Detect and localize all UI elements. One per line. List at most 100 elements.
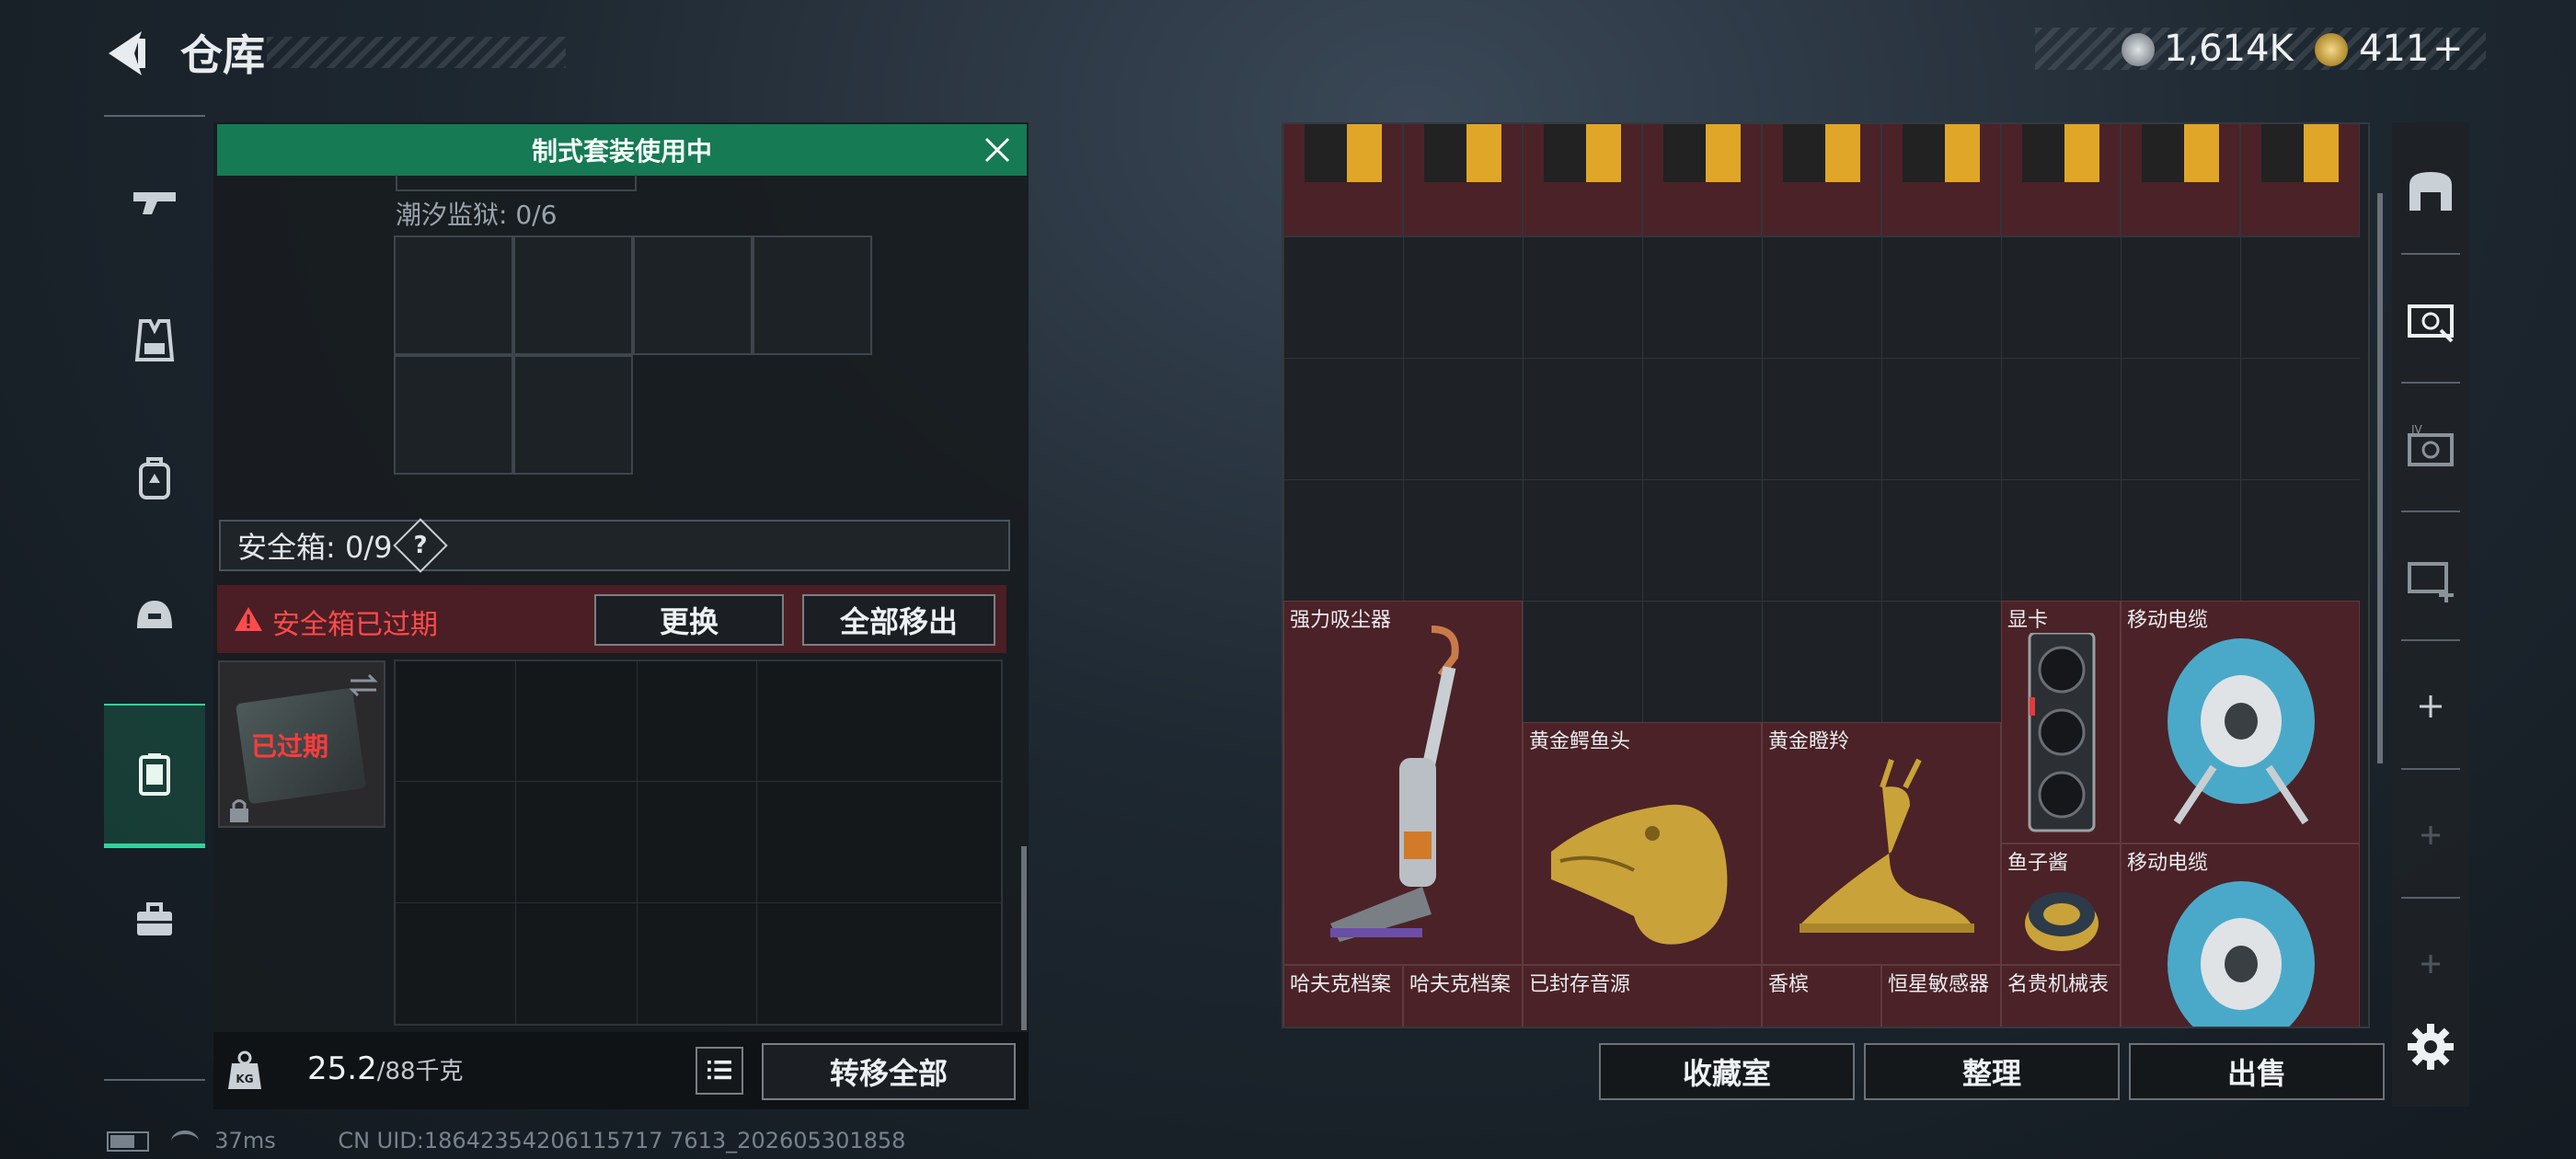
stash-item-cable-reel[interactable]: 移动电缆 — [2121, 601, 2360, 843]
stash-item-champagne[interactable]: 香槟 — [1762, 965, 1881, 1027]
safe-box-row: 安全箱: 0/9 ? — [219, 518, 1010, 573]
lock-icon — [230, 799, 248, 822]
currency-value-1: 1,614K — [2164, 28, 2294, 70]
weight-readout: 25.2/88千克 — [307, 1050, 464, 1087]
stash-grid: 强力吸尘器 黄金鳄鱼头 黄金瞪羚 显卡 移动电缆 鱼子酱 移动电缆 哈夫克档案 … — [1282, 122, 2370, 1028]
add-slot-button[interactable] — [2392, 647, 2469, 766]
stash-item-gold-gazelle[interactable]: 黄金瞪羚 — [1762, 722, 2001, 965]
plus-icon — [2420, 695, 2442, 717]
collection-room-button[interactable]: 收藏室 — [1599, 1043, 1855, 1100]
stash-box-icon — [2408, 304, 2454, 343]
stash-item-vacuum[interactable]: 强力吸尘器 — [1283, 601, 1523, 965]
nav-backpack[interactable] — [104, 409, 205, 547]
expired-safe-box-card[interactable]: 已过期 — [218, 660, 385, 828]
stash-item-card[interactable] — [2240, 124, 2360, 236]
vacuum-icon — [1330, 625, 1459, 942]
nav-vest[interactable] — [104, 271, 205, 409]
status-bar: 37ms CN UID:18642354206115717 7613_20260… — [107, 1128, 905, 1155]
warning-icon — [235, 607, 262, 631]
vest-icon — [134, 319, 175, 361]
stash-item-card[interactable] — [1762, 124, 1881, 236]
stash-item-caviar[interactable]: 鱼子酱 — [2001, 843, 2121, 965]
uid-text: CN UID:18642354206115717 7613_2026053018… — [338, 1128, 906, 1153]
stash-item-sealed-audio[interactable]: 已封存音源 — [1523, 965, 1762, 1027]
add-slot-button-disabled — [2392, 775, 2469, 895]
grid-slot[interactable] — [753, 235, 872, 355]
grid-slot[interactable] — [513, 235, 633, 355]
stash-item-card[interactable] — [1523, 124, 1642, 236]
weight-kg-icon: KG — [228, 1050, 261, 1089]
list-view-button[interactable] — [696, 1047, 743, 1095]
safe-box-grid-locked — [394, 660, 1003, 1026]
add-stash-box[interactable] — [2392, 518, 2469, 637]
tide-prison-label: 潮汐监狱: 0/6 — [396, 200, 558, 230]
loadout-scrollbar[interactable] — [1021, 846, 1027, 1030]
sell-button[interactable]: 出售 — [2129, 1043, 2385, 1100]
currency-value-2: 411 — [2359, 28, 2430, 70]
category-all[interactable] — [2392, 132, 2469, 251]
tide-prison-grid — [394, 235, 880, 480]
close-icon[interactable] — [981, 133, 1014, 166]
gold-croc-head-icon — [1551, 804, 1728, 945]
stash-item-haavk-file-2[interactable]: 哈夫克档案 — [1403, 965, 1523, 1027]
stash-item-card[interactable] — [2001, 124, 2121, 236]
plus-icon — [2421, 826, 2440, 844]
currency-add-button[interactable]: + — [2432, 28, 2464, 70]
weapon-icon — [133, 192, 176, 214]
backpack-icon — [139, 457, 170, 499]
nav-weapon[interactable] — [104, 133, 205, 271]
safe-box-warning-row: 安全箱已过期 更换 全部移出 — [217, 585, 1006, 653]
nav-safe-box[interactable] — [104, 704, 205, 848]
stash-item-star-sensor[interactable]: 恒星敏感器 — [1881, 965, 2001, 1027]
empty-slots-area[interactable] — [1523, 601, 2001, 722]
stash-item-card[interactable] — [1881, 124, 2001, 236]
grid-slot[interactable] — [394, 235, 513, 355]
svg-text:KG: KG — [236, 1073, 253, 1085]
cable-reel-icon — [2168, 638, 2315, 825]
safe-box-icon — [139, 753, 170, 796]
stash-category-column: IV — [2392, 122, 2469, 1107]
swap-icon — [349, 673, 378, 697]
expired-badge: 已过期 — [251, 731, 329, 762]
stash-scrollbar[interactable] — [2377, 193, 2383, 763]
transfer-all-button[interactable]: 转移全部 — [762, 1043, 1016, 1100]
organize-button[interactable]: 整理 — [1864, 1043, 2120, 1100]
category-stash-4[interactable]: IV — [2392, 389, 2469, 509]
stash-item-cable-reel-2[interactable]: 移动电缆 — [2121, 843, 2360, 1027]
stash-item-haavk-file[interactable]: 哈夫克档案 — [1283, 965, 1403, 1027]
wifi-icon — [170, 1130, 199, 1153]
currency-bar: 1,614K 411 + — [2035, 28, 2486, 70]
gold-coin-icon — [2315, 33, 2348, 66]
stash-item-card[interactable] — [1642, 124, 1762, 236]
graphics-card-icon — [2028, 633, 2096, 832]
page-title: 仓库 — [180, 30, 265, 80]
weight-max: /88千克 — [376, 1058, 464, 1085]
stash-item-graphics-card[interactable]: 显卡 — [2001, 601, 2121, 843]
battery-icon — [107, 1131, 149, 1152]
replace-button[interactable]: 更换 — [594, 594, 784, 646]
nav-helmet[interactable] — [104, 547, 205, 685]
help-icon[interactable]: ? — [393, 518, 449, 573]
nav-toolbox[interactable] — [104, 851, 205, 989]
category-stash-2[interactable] — [2392, 260, 2469, 380]
caviar-icon — [2025, 892, 2099, 951]
list-icon — [707, 1060, 731, 1080]
grid-slot[interactable] — [633, 235, 753, 355]
stash-item-luxury-watch[interactable]: 名贵机械表 — [2001, 965, 2121, 1027]
stash-item-gold-croc-head[interactable]: 黄金鳄鱼头 — [1523, 722, 1762, 965]
grid-slot[interactable] — [513, 355, 633, 475]
settings-button[interactable] — [2392, 987, 2469, 1107]
weight-current: 25.2 — [307, 1050, 377, 1087]
toolbox-icon — [137, 902, 172, 935]
cable-reel-icon — [2168, 881, 2315, 1027]
stash-item-card[interactable] — [1403, 124, 1523, 236]
back-arrow-icon[interactable] — [101, 26, 156, 81]
grid-slot[interactable] — [394, 355, 513, 475]
remove-all-button[interactable]: 全部移出 — [802, 594, 995, 646]
warehouse-icon — [2409, 172, 2452, 211]
stash-item-card[interactable] — [1283, 124, 1403, 236]
left-nav — [104, 115, 205, 1081]
gold-gazelle-icon — [1800, 758, 1974, 933]
empty-slots-area[interactable] — [1283, 236, 2360, 601]
stash-item-card[interactable] — [2121, 124, 2240, 236]
